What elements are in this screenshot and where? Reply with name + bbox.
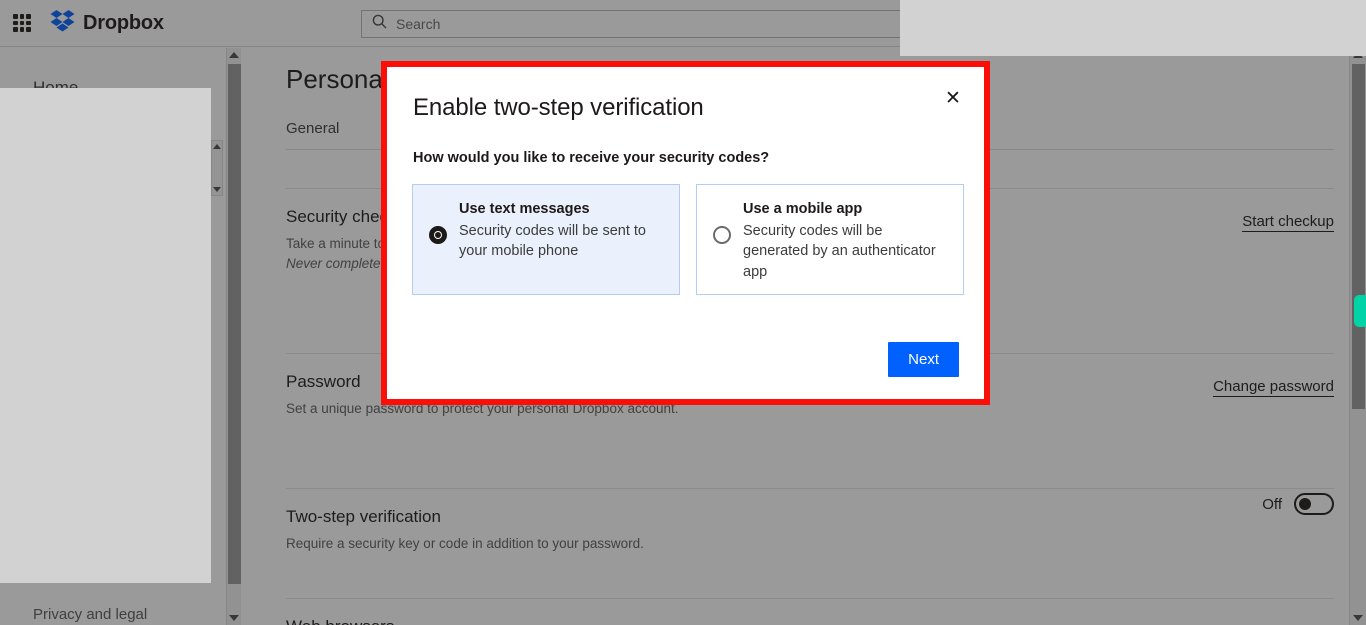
modal-title: Enable two-step verification — [413, 94, 704, 121]
modal-question: How would you like to receive your secur… — [413, 150, 770, 166]
overlay-plate-sidebar — [0, 88, 211, 583]
overlay-plate-top-right — [900, 0, 1366, 56]
option-title: Use text messages — [459, 201, 590, 217]
option-description: Security codes will be sent to your mobi… — [459, 222, 646, 260]
close-icon[interactable]: ✕ — [942, 87, 964, 109]
option-text-wrap: Use a mobile app Security codes will be … — [743, 200, 947, 282]
option-description: Security codes will be generated by an a… — [743, 222, 936, 280]
screen-root: Dropbox Search Home Privacy and legal Pe… — [0, 0, 1366, 625]
radio-text-messages[interactable] — [429, 226, 447, 244]
two-step-verification-modal: ✕ Enable two-step verification How would… — [387, 67, 984, 399]
modal-highlight-border: ✕ Enable two-step verification How would… — [381, 61, 990, 405]
radio-mobile-app[interactable] — [713, 226, 731, 244]
option-use-mobile-app[interactable]: Use a mobile app Security codes will be … — [696, 184, 964, 296]
next-button[interactable]: Next — [888, 342, 959, 377]
verification-method-options: Use text messages Security codes will be… — [412, 184, 964, 296]
option-title: Use a mobile app — [743, 201, 863, 217]
option-use-text-messages[interactable]: Use text messages Security codes will be… — [412, 184, 680, 296]
option-text-wrap: Use text messages Security codes will be… — [459, 200, 663, 282]
chat-support-widget[interactable] — [1354, 295, 1366, 327]
